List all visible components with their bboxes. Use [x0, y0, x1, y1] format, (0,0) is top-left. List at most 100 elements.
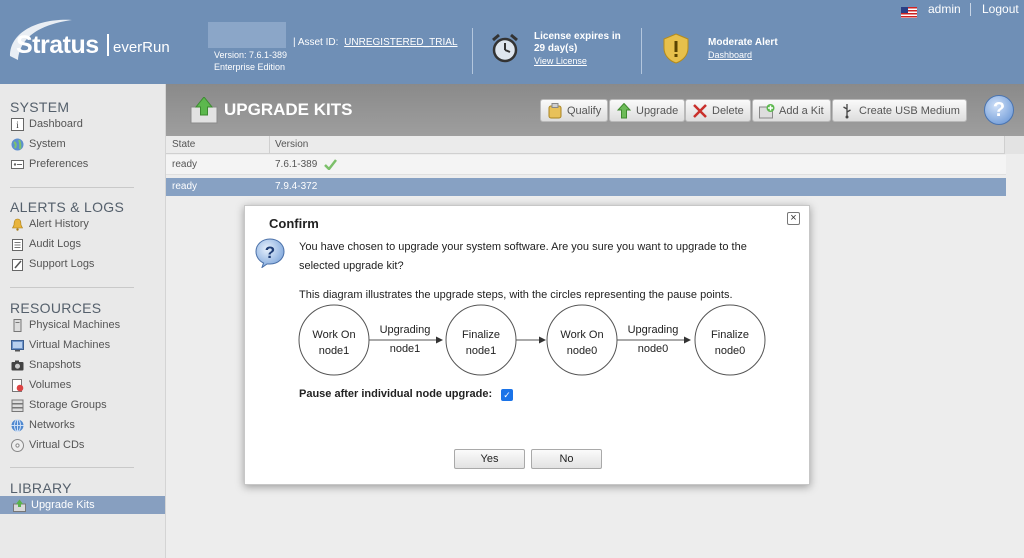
asset-label: | Asset ID: — [293, 37, 339, 48]
user-name[interactable]: admin — [928, 2, 961, 16]
sidebar-item-volumes[interactable]: Volumes — [10, 376, 71, 394]
grid-header: State Version — [166, 136, 1024, 154]
diagram-caption: This diagram illustrates the upgrade ste… — [299, 289, 733, 301]
step-1-line1: Work On — [312, 329, 355, 341]
sidebar-item-upgrade-kits[interactable]: Upgrade Kits — [0, 496, 165, 514]
yes-button[interactable]: Yes — [454, 449, 525, 469]
table-row-selected[interactable]: ready 7.9.4-372 — [166, 178, 1006, 196]
license-title: License expires in — [534, 31, 621, 42]
close-icon[interactable]: × — [787, 212, 800, 225]
sidebar-item-preferences[interactable]: Preferences — [10, 155, 88, 173]
sidebar-item-alert-history[interactable]: Alert History — [10, 215, 89, 233]
sidebar-item-label: Alert History — [29, 218, 89, 230]
preferences-icon — [10, 157, 24, 171]
column-header-state[interactable]: State — [172, 139, 195, 150]
header-divider — [472, 28, 473, 74]
pause-checkbox[interactable]: ✓ — [501, 389, 513, 401]
sidebar-item-label: Upgrade Kits — [31, 499, 95, 511]
sidebar-divider — [10, 187, 134, 188]
license-days: 29 day(s) — [534, 43, 578, 54]
grid-scrollbar-corner — [1004, 136, 1024, 154]
step-4-line1: Finalize — [711, 329, 749, 341]
usb-icon — [839, 103, 855, 119]
sidebar-item-system[interactable]: System — [10, 135, 66, 153]
create-usb-button[interactable]: Create USB Medium — [832, 99, 967, 122]
step-circle-1: Work On node1 — [298, 304, 370, 376]
step-1-line2: node1 — [319, 345, 350, 357]
logout-link[interactable]: Logout — [982, 2, 1019, 16]
edition-text: Enterprise Edition — [214, 62, 286, 72]
step-arrow-1: Upgrading node1 — [369, 324, 443, 355]
step-arrow-3: Upgrading node0 — [617, 324, 691, 355]
sidebar-item-audit-logs[interactable]: Audit Logs — [10, 235, 81, 253]
sidebar-item-label: Audit Logs — [29, 238, 81, 250]
system-name-redacted — [208, 22, 286, 48]
sidebar-item-label: Virtual CDs — [29, 439, 85, 451]
delete-button[interactable]: Delete — [685, 99, 751, 122]
top-header: Stratus everRun Version: 7.6.1-389 Enter… — [0, 0, 1024, 84]
sidebar-item-support-logs[interactable]: Support Logs — [10, 255, 94, 273]
delete-label: Delete — [712, 104, 744, 117]
sidebar-item-label: Snapshots — [29, 359, 81, 371]
upgrade-arrow-icon — [616, 102, 632, 119]
upgrade-steps-diagram: Work On node1 Upgrading node1 Finalize n… — [298, 304, 766, 376]
page-title: UPGRADE KITS — [224, 100, 353, 119]
version-text: Version: 7.6.1-389 — [214, 50, 288, 60]
alert-dashboard-link[interactable]: Dashboard — [708, 50, 752, 60]
sidebar-item-physical-machines[interactable]: Physical Machines — [10, 316, 120, 334]
dialog-message-line1: You have chosen to upgrade your system s… — [299, 241, 747, 253]
step-circle-2: Finalize node1 — [445, 304, 517, 376]
current-version-check-icon — [324, 159, 337, 170]
sidebar-item-virtual-cds[interactable]: Virtual CDs — [10, 436, 84, 454]
storage-icon — [10, 398, 24, 412]
sidebar-divider — [10, 287, 134, 288]
sidebar-section-system: SYSTEM — [10, 99, 70, 115]
arrow-1-line2: node1 — [390, 343, 421, 355]
delete-tools-icon — [692, 103, 708, 119]
logo-divider — [107, 34, 109, 56]
sidebar: SYSTEM i Dashboard System Preferences AL… — [0, 84, 166, 558]
no-button[interactable]: No — [531, 449, 602, 469]
sidebar-item-label: Physical Machines — [29, 319, 121, 331]
sidebar-item-snapshots[interactable]: Snapshots — [10, 356, 81, 374]
shield-alert-icon — [663, 33, 689, 64]
help-icon[interactable]: ? — [984, 95, 1014, 125]
sidebar-item-networks[interactable]: Networks — [10, 416, 75, 434]
sidebar-section-alerts: ALERTS & LOGS — [10, 199, 125, 215]
step-4-line2: node0 — [715, 345, 746, 357]
table-row[interactable]: ready 7.6.1-389 — [166, 155, 1006, 175]
sidebar-item-label: Networks — [29, 419, 75, 431]
logo-product: everRun — [113, 39, 170, 56]
vm-icon — [10, 338, 24, 352]
alarm-clock-icon — [492, 33, 518, 63]
add-kit-icon — [759, 103, 775, 119]
network-icon — [10, 418, 24, 432]
upgrade-kits-icon — [190, 97, 218, 124]
alert-title: Moderate Alert — [708, 37, 778, 48]
row-version: 7.9.4-372 — [275, 181, 318, 192]
step-3-line1: Work On — [560, 329, 603, 341]
qualify-label: Qualify — [567, 104, 602, 117]
asset-id-link[interactable]: UNREGISTERED_TRIAL — [344, 37, 457, 48]
sidebar-item-dashboard[interactable]: i Dashboard — [10, 115, 83, 133]
qualify-button[interactable]: Qualify — [540, 99, 609, 122]
row-state: ready — [172, 181, 198, 192]
column-separator — [269, 136, 270, 154]
row-state: ready — [172, 159, 198, 170]
view-license-link[interactable]: View License — [534, 56, 587, 66]
upgrade-button[interactable]: Upgrade — [609, 99, 686, 122]
cd-icon — [10, 438, 24, 452]
upgrade-label: Upgrade — [636, 104, 679, 117]
sidebar-item-label: Storage Groups — [29, 399, 107, 411]
dialog-message-line2: selected upgrade kit? — [299, 260, 404, 272]
add-kit-button[interactable]: Add a Kit — [752, 99, 831, 122]
confirm-dialog: Confirm × ? You have chosen to upgrade y… — [244, 205, 810, 485]
column-header-version[interactable]: Version — [275, 139, 308, 150]
page-header: UPGRADE KITS Qualify Upgrade Delete Add … — [166, 84, 1024, 136]
sidebar-item-virtual-machines[interactable]: Virtual Machines — [10, 336, 110, 354]
sidebar-item-storage-groups[interactable]: Storage Groups — [10, 396, 107, 414]
us-flag-icon[interactable] — [901, 7, 917, 18]
sidebar-item-label: Preferences — [29, 158, 89, 170]
sidebar-item-label: Dashboard — [29, 118, 83, 130]
info-icon: i — [10, 117, 24, 131]
